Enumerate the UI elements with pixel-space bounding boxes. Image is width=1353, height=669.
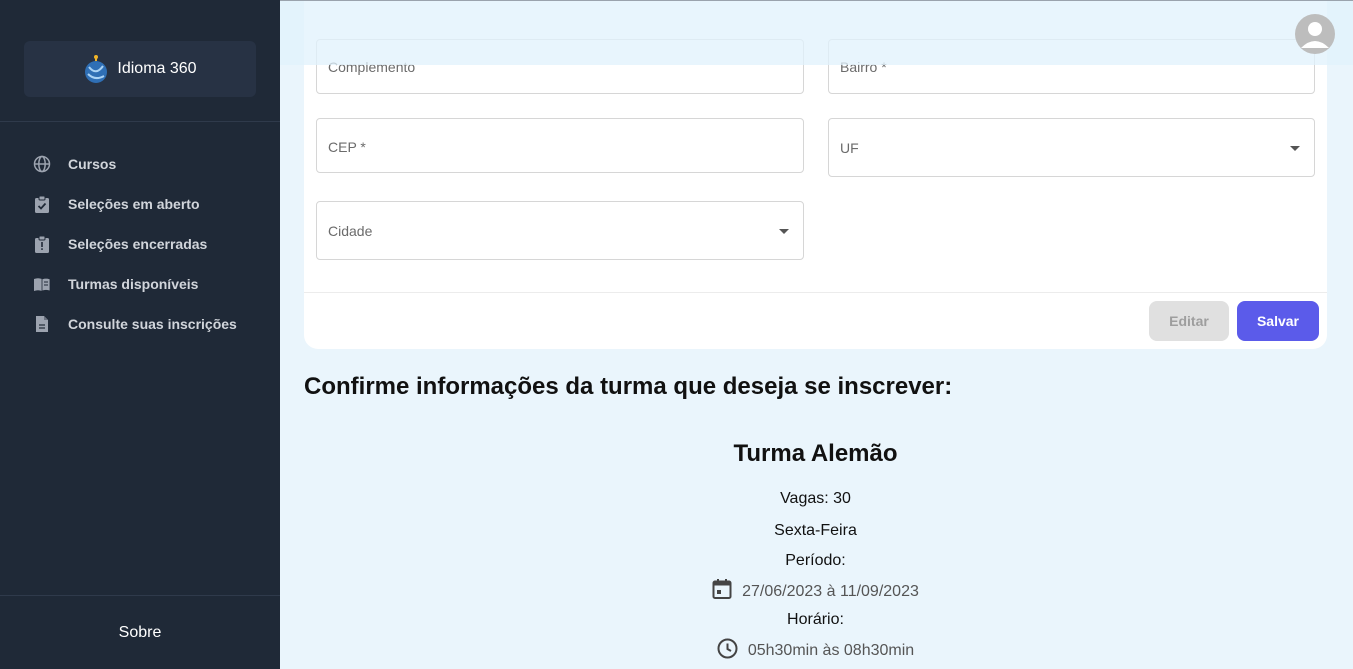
clock-icon <box>717 638 738 664</box>
main-content: Complemento Bairro * CEP * UF Cidade Edi… <box>280 0 1353 669</box>
time-label: Horário: <box>787 611 844 628</box>
divider <box>304 292 1327 293</box>
calendar-icon <box>712 578 732 605</box>
clipboard-check-icon <box>33 195 51 213</box>
book-open-icon <box>33 275 51 293</box>
class-title: Turma Alemão <box>733 440 898 467</box>
confirm-heading: Confirme informações da turma que deseja… <box>304 373 953 400</box>
globe-icon <box>33 155 51 173</box>
save-button[interactable]: Salvar <box>1237 301 1319 341</box>
uf-placeholder: UF <box>840 140 859 156</box>
sidebar-item-label: Seleções encerradas <box>68 236 208 252</box>
sidebar-item-turmas[interactable]: Turmas disponíveis <box>0 264 280 304</box>
uf-select[interactable]: UF <box>828 118 1315 177</box>
vacancies-text: Vagas: 30 <box>780 490 851 507</box>
sidebar-item-inscricoes[interactable]: Consulte suas inscrições <box>0 304 280 344</box>
period-label: Período: <box>785 552 846 569</box>
brand-name: Idioma 360 <box>117 60 197 77</box>
time-value: 05h30min às 08h30min <box>747 642 915 659</box>
sidebar-item-label: Seleções em aberto <box>68 196 200 212</box>
sidebar-item-selecoes-encerradas[interactable]: Seleções encerradas <box>0 224 280 264</box>
period-row: 27/06/2023 à 11/09/2023 <box>304 578 1327 605</box>
globe-logo-icon <box>83 54 109 84</box>
sidebar-item-label: Turmas disponíveis <box>68 276 199 292</box>
divider <box>0 121 280 122</box>
chevron-down-icon <box>779 229 789 234</box>
edit-button[interactable]: Editar <box>1149 301 1229 341</box>
chevron-down-icon <box>1290 146 1300 151</box>
clipboard-alert-icon <box>33 235 51 253</box>
period-value: 27/06/2023 à 11/09/2023 <box>742 582 919 600</box>
about-link[interactable]: Sobre <box>0 596 280 669</box>
user-avatar-button[interactable] <box>1295 14 1335 54</box>
time-row: 05h30min às 08h30min <box>304 638 1327 664</box>
cep-field[interactable]: CEP * <box>316 118 804 173</box>
cep-placeholder: CEP * <box>328 139 366 155</box>
sidebar-item-label: Consulte suas inscrições <box>68 316 237 332</box>
document-icon <box>33 315 51 333</box>
sidebar-nav: Cursos Seleções em aberto Seleções encer… <box>0 144 280 344</box>
sidebar: Idioma 360 Cursos Seleções em aberto Sel… <box>0 0 280 669</box>
avatar-icon <box>1301 22 1329 48</box>
brand-logo-button[interactable]: Idioma 360 <box>24 41 256 97</box>
cidade-placeholder: Cidade <box>328 223 373 239</box>
cidade-select[interactable]: Cidade <box>316 201 804 260</box>
sidebar-item-selecoes-abertas[interactable]: Seleções em aberto <box>0 184 280 224</box>
top-app-bar <box>280 0 1353 65</box>
weekday-text: Sexta-Feira <box>774 522 857 539</box>
sidebar-item-cursos[interactable]: Cursos <box>0 144 280 184</box>
sidebar-item-label: Cursos <box>68 156 117 172</box>
